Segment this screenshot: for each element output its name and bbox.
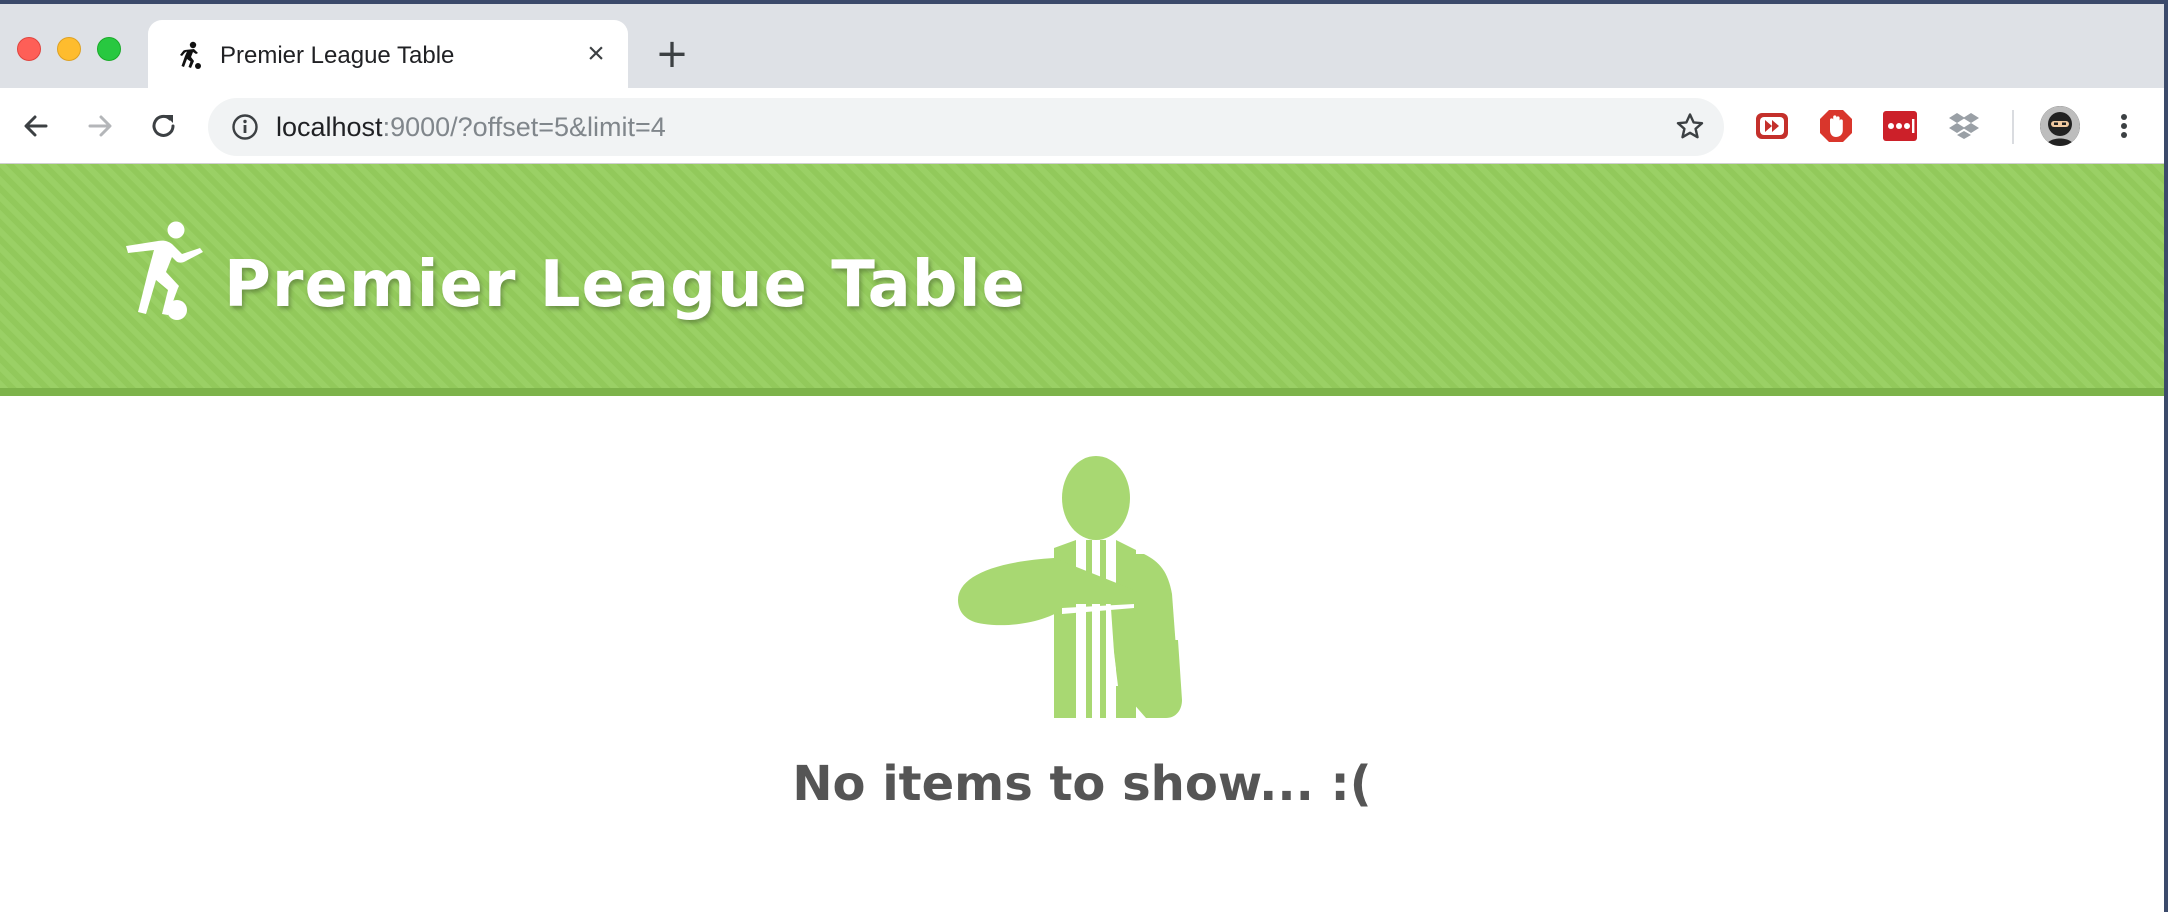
minimize-window-button[interactable] — [57, 37, 81, 61]
ninja-avatar-icon — [2040, 106, 2080, 146]
url-text[interactable]: localhost:9000/?offset=5&limit=4 — [276, 112, 666, 143]
toolbar-divider — [2012, 110, 2014, 144]
maximize-window-button[interactable] — [97, 37, 121, 61]
close-tab-icon[interactable]: × — [580, 38, 612, 70]
url-host: localhost — [276, 112, 383, 142]
footballer-icon — [124, 220, 210, 322]
browser-menu-button[interactable] — [2104, 106, 2144, 146]
url-path: :9000/?offset=5&limit=4 — [382, 112, 666, 142]
browser-window: Premier League Table × + localhost:9000/… — [0, 4, 2164, 912]
browser-toolbar: localhost:9000/?offset=5&limit=4 — [0, 88, 2164, 164]
page-title: Premier League Table — [224, 248, 1026, 322]
empty-state-message: No items to show... :( — [792, 756, 1372, 812]
footballer-icon — [174, 40, 204, 70]
reload-button[interactable] — [144, 106, 184, 146]
back-button[interactable] — [16, 106, 56, 146]
lastpass-extension-icon[interactable] — [1882, 108, 1918, 144]
address-bar[interactable]: localhost:9000/?offset=5&limit=4 — [208, 98, 1724, 156]
profile-avatar[interactable] — [2040, 106, 2080, 146]
arrow-right-icon — [88, 115, 112, 137]
dropbox-extension-icon[interactable] — [1946, 108, 1982, 144]
tab-strip: Premier League Table × + — [0, 4, 2164, 92]
info-icon[interactable] — [230, 112, 260, 142]
media-extension-icon[interactable] — [1754, 108, 1790, 144]
close-window-button[interactable] — [17, 37, 41, 61]
adblock-extension-icon[interactable] — [1818, 108, 1854, 144]
arrow-left-icon — [24, 115, 48, 137]
more-vertical-icon — [2121, 114, 2127, 138]
new-tab-button[interactable]: + — [652, 34, 692, 74]
page-content: Premier League Table No items to show...… — [0, 164, 2164, 912]
site-header: Premier League Table — [0, 164, 2164, 396]
bookmark-star-icon[interactable] — [1674, 111, 1706, 143]
referee-timeout-icon — [950, 454, 1210, 718]
browser-tab[interactable]: Premier League Table × — [148, 20, 628, 92]
forward-button[interactable] — [80, 106, 120, 146]
tab-title: Premier League Table — [220, 42, 455, 69]
reload-icon — [152, 114, 175, 137]
